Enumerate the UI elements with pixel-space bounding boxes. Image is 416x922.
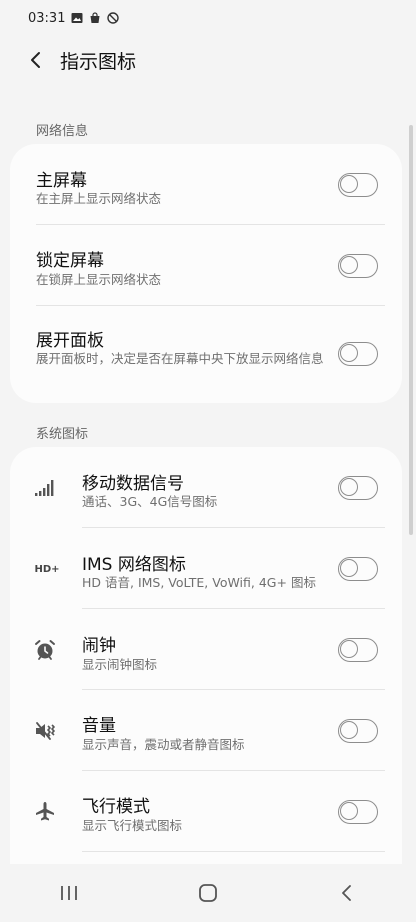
row-subtitle: 展开面板时，决定是否在屏幕中央下放显示网络信息 — [36, 351, 324, 366]
scrollbar[interactable] — [409, 125, 413, 535]
toggle-knob — [340, 559, 358, 577]
volume-toggle[interactable] — [338, 719, 378, 743]
toggle-knob — [340, 256, 358, 274]
alarm-toggle[interactable] — [338, 638, 378, 662]
network-card: 主屏幕 在主屏上显示网络状态 锁定屏幕 在锁屏上显示网络状态 展开面板 展开面板… — [10, 144, 402, 403]
recent-apps-button[interactable] — [39, 871, 99, 915]
airplane-toggle[interactable] — [338, 800, 378, 824]
row-subtitle: 显示飞行模式图标 — [82, 818, 183, 833]
airplane-icon — [32, 798, 58, 824]
divider — [82, 851, 385, 852]
alarm-clock-icon — [32, 637, 58, 663]
section-label-network: 网络信息 — [36, 124, 89, 139]
toggle-knob — [340, 640, 358, 658]
row-title: 展开面板 — [36, 331, 104, 351]
row-subtitle: 在主屏上显示网络状态 — [36, 191, 162, 206]
row-subtitle: 通话、3G、4G信号图标 — [82, 494, 218, 509]
lock-screen-toggle[interactable] — [338, 254, 378, 278]
toggle-knob — [340, 175, 358, 193]
volume-vibrate-icon — [32, 718, 58, 744]
status-bar: 03:31 — [0, 0, 416, 36]
setting-row-volume[interactable]: 音量 显示声音，震动或者静音图标 — [10, 690, 402, 771]
signal-icon — [32, 475, 58, 501]
row-subtitle: HD 语音, IMS, VoLTE, VoWifi, 4G+ 图标 — [82, 575, 316, 590]
setting-row-mobile-signal[interactable]: 移动数据信号 通话、3G、4G信号图标 — [10, 447, 402, 528]
app-bar: 指示图标 — [0, 36, 416, 84]
row-subtitle: 显示闹钟图标 — [82, 657, 158, 672]
toggle-knob — [340, 721, 358, 739]
bag-icon — [89, 12, 101, 24]
setting-row-ims[interactable]: HD+ IMS 网络图标 HD 语音, IMS, VoLTE, VoWifi, … — [10, 528, 402, 609]
home-icon — [199, 884, 217, 902]
row-title: 移动数据信号 — [82, 474, 184, 494]
row-subtitle: 显示声音，震动或者静音图标 — [82, 737, 245, 752]
nav-back-button[interactable] — [317, 871, 377, 915]
toggle-knob — [340, 478, 358, 496]
setting-row-home-screen[interactable]: 主屏幕 在主屏上显示网络状态 — [10, 144, 402, 225]
row-title: 锁定屏幕 — [36, 251, 104, 271]
home-screen-toggle[interactable] — [338, 173, 378, 197]
row-title: 主屏幕 — [36, 171, 87, 191]
mobile-signal-toggle[interactable] — [338, 476, 378, 500]
page-title: 指示图标 — [60, 50, 137, 73]
expand-panel-toggle[interactable] — [338, 342, 378, 366]
navigation-bar — [0, 864, 416, 922]
back-arrow-icon — [31, 52, 40, 68]
row-title: 闹钟 — [82, 636, 116, 656]
row-title: 飞行模式 — [82, 797, 150, 817]
gallery-icon — [71, 12, 83, 24]
setting-row-expand-panel[interactable]: 展开面板 展开面板时，决定是否在屏幕中央下放显示网络信息 — [10, 306, 402, 403]
row-title: IMS 网络图标 — [82, 555, 186, 575]
system-card: 移动数据信号 通话、3G、4G信号图标 HD+ IMS 网络图标 HD 语音, … — [10, 447, 402, 872]
status-time: 03:31 — [28, 10, 66, 26]
setting-row-alarm[interactable]: 闹钟 显示闹钟图标 — [10, 609, 402, 690]
home-button[interactable] — [178, 871, 238, 915]
setting-row-lock-screen[interactable]: 锁定屏幕 在锁屏上显示网络状态 — [10, 225, 402, 306]
section-label-system: 系统图标 — [36, 427, 89, 442]
recent-apps-icon — [61, 886, 78, 900]
toggle-knob — [340, 802, 358, 820]
no-disturb-icon — [107, 12, 120, 24]
toggle-knob — [340, 344, 358, 362]
row-title: 音量 — [82, 716, 116, 736]
back-icon — [341, 885, 351, 901]
hd-plus-icon: HD+ — [34, 563, 60, 575]
ims-toggle[interactable] — [338, 557, 378, 581]
back-button[interactable] — [12, 36, 60, 84]
row-subtitle: 在锁屏上显示网络状态 — [36, 272, 162, 287]
setting-row-airplane[interactable]: 飞行模式 显示飞行模式图标 — [10, 771, 402, 852]
